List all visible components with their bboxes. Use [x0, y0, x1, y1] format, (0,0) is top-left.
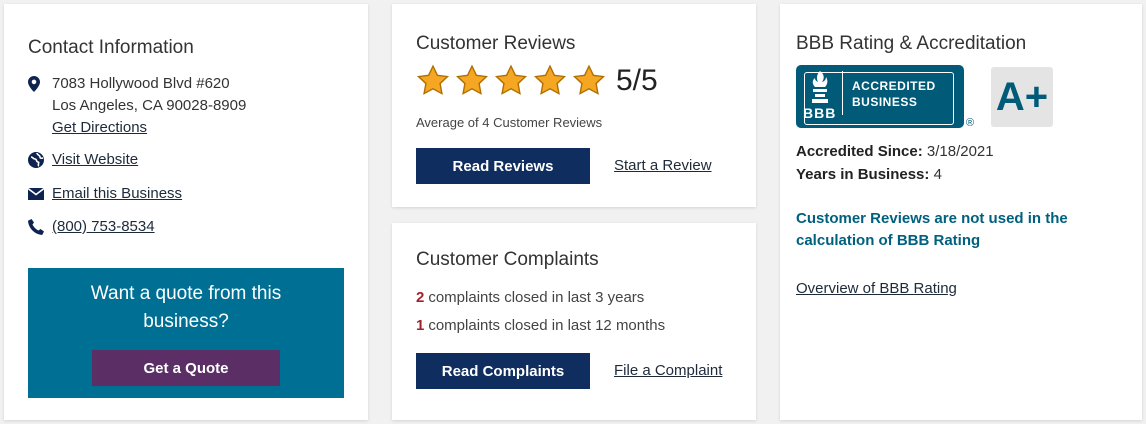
- get-directions-link[interactable]: Get Directions: [52, 119, 147, 136]
- rating-notice: Customer Reviews are not used in the cal…: [796, 210, 1068, 249]
- quote-banner: Want a quote from this business? Get a Q…: [28, 268, 344, 398]
- bbb-title: BBB Rating & Accreditation: [796, 33, 1027, 54]
- globe-icon: [28, 149, 52, 171]
- seal-label: ACCREDITED BUSINESS: [852, 78, 936, 110]
- bbb-grade-badge: A+: [991, 67, 1053, 127]
- seal-line-2: BUSINESS: [852, 95, 918, 109]
- bbb-torch-icon: [812, 71, 828, 103]
- years-in-business: Years in Business: 4: [796, 166, 942, 183]
- start-review-link[interactable]: Start a Review: [614, 157, 712, 174]
- star-icon: [416, 64, 450, 95]
- email-row: Email this Business: [28, 183, 182, 205]
- read-complaints-button[interactable]: Read Complaints: [416, 353, 590, 389]
- quote-prompt: Want a quote from this business?: [90, 283, 282, 332]
- reviews-card: Customer Reviews 5/5 Average of 4 Custom…: [392, 4, 756, 207]
- contact-card: Contact Information 7083 Hollywood Blvd …: [4, 4, 368, 420]
- phone-link[interactable]: (800) 753-8534: [52, 216, 155, 238]
- read-reviews-button[interactable]: Read Reviews: [416, 148, 590, 184]
- years-value: 4: [933, 166, 942, 183]
- accredited-since: Accredited Since: 3/18/2021: [796, 143, 994, 160]
- accredited-since-label: Accredited Since:: [796, 143, 923, 160]
- registered-mark: ®: [966, 117, 975, 129]
- star-icon: [494, 64, 528, 95]
- complaints-title: Customer Complaints: [416, 249, 599, 270]
- accredited-since-value: 3/18/2021: [926, 143, 994, 160]
- complaint-text: complaints closed in last 12 months: [428, 317, 666, 334]
- visit-website-link[interactable]: Visit Website: [52, 149, 138, 171]
- complaint-line-12-months: 1 complaints closed in last 12 months: [416, 317, 665, 334]
- phone-row: (800) 753-8534: [28, 216, 155, 238]
- star-icon: [533, 64, 567, 95]
- rating-score: 5/5: [616, 64, 658, 97]
- website-row: Visit Website: [28, 149, 138, 171]
- reviews-title: Customer Reviews: [416, 33, 576, 54]
- address-row: 7083 Hollywood Blvd #620 Los Angeles, CA…: [28, 73, 246, 139]
- bbb-rating-card: BBB Rating & Accreditation BBB ACCREDITE…: [780, 4, 1142, 420]
- complaint-count: 1: [416, 317, 425, 334]
- accredited-business-seal[interactable]: BBB ACCREDITED BUSINESS: [796, 65, 964, 128]
- star-rating: 5/5: [416, 64, 658, 98]
- complaint-line-3-years: 2 complaints closed in last 3 years: [416, 289, 644, 306]
- complaint-count: 2: [416, 289, 425, 306]
- star-icon: [455, 64, 489, 95]
- file-complaint-link[interactable]: File a Complaint: [614, 362, 722, 379]
- address-line-1: 7083 Hollywood Blvd #620: [52, 75, 230, 92]
- address-line-2: Los Angeles, CA 90028-8909: [52, 97, 247, 114]
- years-label: Years in Business:: [796, 166, 930, 183]
- get-quote-button[interactable]: Get a Quote: [92, 350, 280, 386]
- complaints-card: Customer Complaints 2 complaints closed i…: [392, 223, 756, 420]
- envelope-icon: [28, 183, 52, 205]
- seal-line-1: ACCREDITED: [852, 79, 936, 93]
- star-icon: [572, 64, 606, 95]
- contact-title: Contact Information: [28, 37, 194, 58]
- phone-icon: [28, 216, 52, 238]
- seal-logo-text: BBB: [803, 105, 837, 121]
- overview-rating-link[interactable]: Overview of BBB Rating: [796, 280, 957, 297]
- complaint-text: complaints closed in last 3 years: [428, 289, 645, 306]
- map-pin-icon: [28, 73, 52, 95]
- seal-divider: [842, 71, 843, 115]
- email-business-link[interactable]: Email this Business: [52, 183, 182, 205]
- average-reviews-text: Average of 4 Customer Reviews: [416, 115, 603, 130]
